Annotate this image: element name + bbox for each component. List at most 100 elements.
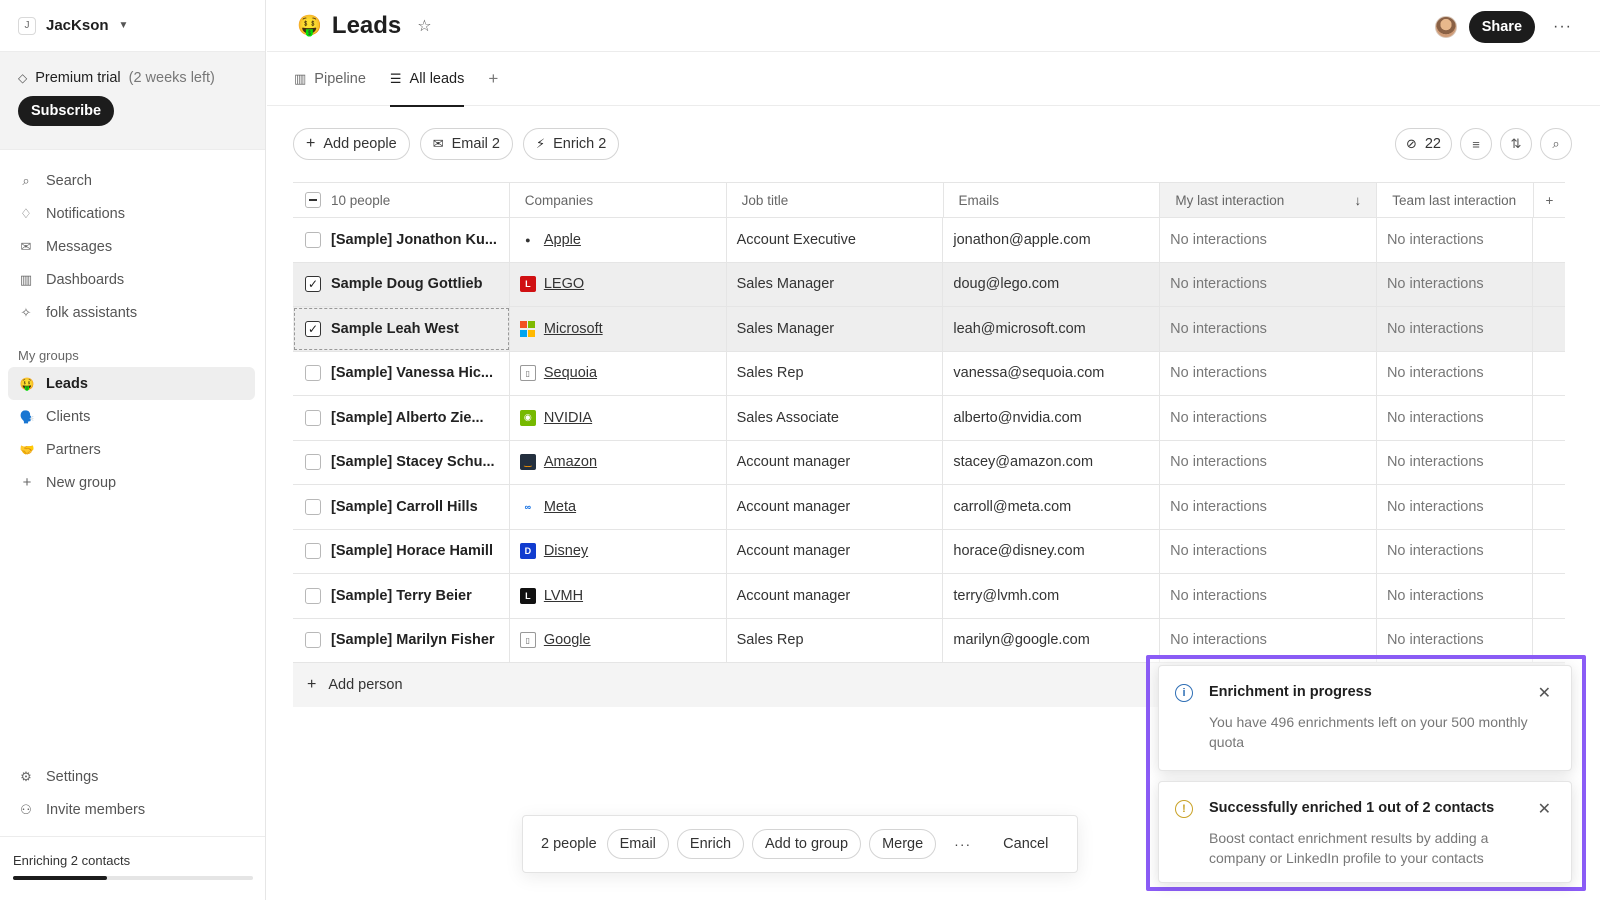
cell-company[interactable]: ∞ Meta bbox=[510, 485, 727, 529]
more-options-icon[interactable]: ··· bbox=[954, 836, 971, 852]
group-item-partners[interactable]: 🤝 Partners bbox=[8, 433, 255, 466]
company-link[interactable]: NVIDIA bbox=[544, 410, 592, 426]
table-row[interactable]: ✓ Sample Leah West Microsoft Sales Manager l… bbox=[293, 307, 1566, 352]
cell-team-last-interaction[interactable]: No interactions bbox=[1377, 218, 1534, 262]
company-link[interactable]: Apple bbox=[544, 232, 581, 248]
company-link[interactable]: Amazon bbox=[544, 454, 597, 470]
group-item-clients[interactable]: 🗣️ Clients bbox=[8, 400, 255, 433]
cell-email[interactable]: marilyn@google.com bbox=[943, 618, 1161, 662]
nav-item-folk-assistants[interactable]: ✧ folk assistants bbox=[0, 296, 265, 329]
row-checkbox[interactable] bbox=[305, 498, 321, 515]
company-link[interactable]: Sequoia bbox=[544, 365, 597, 381]
column-header-companies[interactable]: Companies bbox=[510, 183, 727, 217]
cell-job-title[interactable]: Account manager bbox=[727, 485, 944, 529]
more-options-icon[interactable]: ··· bbox=[1553, 18, 1572, 36]
group-item-leads[interactable]: 🤑 Leads bbox=[8, 367, 255, 400]
cell-job-title[interactable]: Account Executive bbox=[727, 218, 944, 262]
hidden-fields-button[interactable]: ⊘ 22 bbox=[1394, 128, 1452, 160]
nav-item-messages[interactable]: ✉ Messages bbox=[0, 230, 265, 263]
cell-team-last-interaction[interactable]: No interactions bbox=[1377, 396, 1534, 440]
bulk-add-to-group-button[interactable]: Add to group bbox=[752, 829, 862, 859]
cell-team-last-interaction[interactable]: No interactions bbox=[1377, 485, 1534, 529]
table-row[interactable]: [Sample] Terry Beier L LVMH Account manager… bbox=[293, 574, 1565, 619]
search-button[interactable]: ⌕ bbox=[1540, 128, 1572, 160]
cell-company[interactable]: Microsoft bbox=[509, 307, 727, 351]
column-header-team-last-interaction[interactable]: Team last interaction bbox=[1377, 183, 1534, 217]
cell-my-last-interaction[interactable]: No interactions bbox=[1160, 262, 1377, 306]
cell-job-title[interactable]: Sales Manager bbox=[726, 262, 944, 306]
cell-my-last-interaction[interactable]: No interactions bbox=[1160, 529, 1377, 573]
company-link[interactable]: Google bbox=[544, 632, 591, 648]
row-checkbox[interactable] bbox=[305, 587, 321, 604]
bulk-merge-button[interactable]: Merge bbox=[869, 829, 937, 859]
cell-email[interactable]: vanessa@sequoia.com bbox=[943, 351, 1161, 395]
nav-item-notifications[interactable]: ♢ Notifications bbox=[0, 197, 265, 230]
table-row[interactable]: [Sample] Stacey Schu... ‿ Amazon Account ma… bbox=[293, 440, 1565, 485]
close-icon[interactable]: ✕ bbox=[1538, 683, 1551, 703]
cell-job-title[interactable]: Account manager bbox=[727, 440, 944, 484]
avatar[interactable] bbox=[1434, 16, 1457, 38]
cell-team-last-interaction[interactable]: No interactions bbox=[1376, 307, 1534, 351]
cell-email[interactable]: horace@disney.com bbox=[943, 529, 1161, 573]
cell-job-title[interactable]: Account manager bbox=[727, 529, 944, 573]
new-group-button[interactable]: + New group bbox=[8, 466, 255, 499]
cell-email[interactable]: leah@microsoft.com bbox=[943, 307, 1161, 351]
cell-email[interactable]: carroll@meta.com bbox=[943, 485, 1161, 529]
column-header-my-last-interaction[interactable]: My last interaction ↓ bbox=[1160, 183, 1378, 217]
email-button[interactable]: ✉ Email 2 bbox=[419, 128, 513, 160]
row-checkbox[interactable]: ✓ bbox=[305, 320, 321, 337]
cell-job-title[interactable]: Sales Rep bbox=[727, 351, 944, 395]
nav-item-invite-members[interactable]: ⚇ Invite members bbox=[0, 793, 265, 826]
cell-name[interactable]: [Sample] Jonathon Ku... bbox=[293, 218, 510, 262]
row-checkbox[interactable] bbox=[305, 231, 321, 248]
cell-my-last-interaction[interactable]: No interactions bbox=[1160, 307, 1377, 351]
cell-team-last-interaction[interactable]: No interactions bbox=[1377, 440, 1534, 484]
bulk-email-button[interactable]: Email bbox=[606, 829, 669, 859]
row-checkbox[interactable] bbox=[305, 543, 321, 560]
table-row[interactable]: [Sample] Vanessa Hic... ▯ Sequoia Sales Rep… bbox=[293, 351, 1565, 396]
cell-job-title[interactable]: Sales Manager bbox=[726, 307, 944, 351]
add-people-button[interactable]: + Add people bbox=[293, 128, 410, 160]
table-row[interactable]: [Sample] Alberto Zie... ◉ NVIDIA Sales Asso… bbox=[293, 396, 1565, 441]
column-header-job-title[interactable]: Job title bbox=[727, 183, 944, 217]
column-header-emails[interactable]: Emails bbox=[944, 183, 1161, 217]
column-header-people[interactable]: 10 people bbox=[293, 183, 510, 217]
table-row[interactable]: [Sample] Jonathon Ku... ● Apple Account Exe… bbox=[293, 218, 1565, 263]
cell-email[interactable]: doug@lego.com bbox=[943, 262, 1161, 306]
cell-job-title[interactable]: Sales Associate bbox=[727, 396, 944, 440]
cell-company[interactable]: D Disney bbox=[510, 529, 727, 573]
enrich-button[interactable]: ⚡ Enrich 2 bbox=[522, 128, 620, 160]
table-row[interactable]: ✓ Sample Doug Gottlieb L LEGO Sales Manager d… bbox=[293, 262, 1566, 307]
company-link[interactable]: Meta bbox=[544, 499, 576, 515]
cell-my-last-interaction[interactable]: No interactions bbox=[1160, 396, 1377, 440]
company-link[interactable]: Disney bbox=[544, 543, 588, 559]
cell-company[interactable]: ‿ Amazon bbox=[510, 440, 727, 484]
close-icon[interactable]: ✕ bbox=[1538, 799, 1551, 819]
cell-name[interactable]: ✓ Sample Doug Gottlieb bbox=[293, 262, 510, 306]
row-checkbox[interactable]: ✓ bbox=[305, 276, 321, 293]
cell-company[interactable]: L LVMH bbox=[510, 574, 727, 618]
cell-email[interactable]: terry@lvmh.com bbox=[943, 574, 1161, 618]
cell-company[interactable]: ▯ Sequoia bbox=[510, 351, 727, 395]
cell-team-last-interaction[interactable]: No interactions bbox=[1377, 529, 1534, 573]
row-checkbox[interactable] bbox=[305, 409, 321, 426]
add-column-button[interactable]: + bbox=[1534, 183, 1565, 217]
row-checkbox[interactable] bbox=[305, 365, 321, 382]
cell-company[interactable]: ▯ Google bbox=[510, 618, 727, 662]
cell-team-last-interaction[interactable]: No interactions bbox=[1377, 351, 1534, 395]
star-icon[interactable]: ☆ bbox=[417, 16, 431, 36]
subscribe-button[interactable]: Subscribe bbox=[18, 96, 115, 126]
nav-item-search[interactable]: ⌕ Search bbox=[0, 164, 265, 197]
cell-team-last-interaction[interactable]: No interactions bbox=[1377, 574, 1534, 618]
cell-name[interactable]: [Sample] Terry Beier bbox=[293, 574, 510, 618]
company-link[interactable]: Microsoft bbox=[544, 321, 603, 337]
cell-my-last-interaction[interactable]: No interactions bbox=[1160, 218, 1377, 262]
nav-item-dashboards[interactable]: ▥ Dashboards bbox=[0, 263, 265, 296]
bulk-cancel-button[interactable]: Cancel bbox=[1003, 836, 1048, 852]
cell-job-title[interactable]: Account manager bbox=[727, 574, 944, 618]
company-link[interactable]: LVMH bbox=[544, 588, 583, 604]
cell-name[interactable]: [Sample] Horace Hamill bbox=[293, 529, 510, 573]
cell-job-title[interactable]: Sales Rep bbox=[727, 618, 944, 662]
filter-button[interactable]: ≡ bbox=[1460, 128, 1492, 160]
add-view-button[interactable]: + bbox=[488, 69, 498, 89]
